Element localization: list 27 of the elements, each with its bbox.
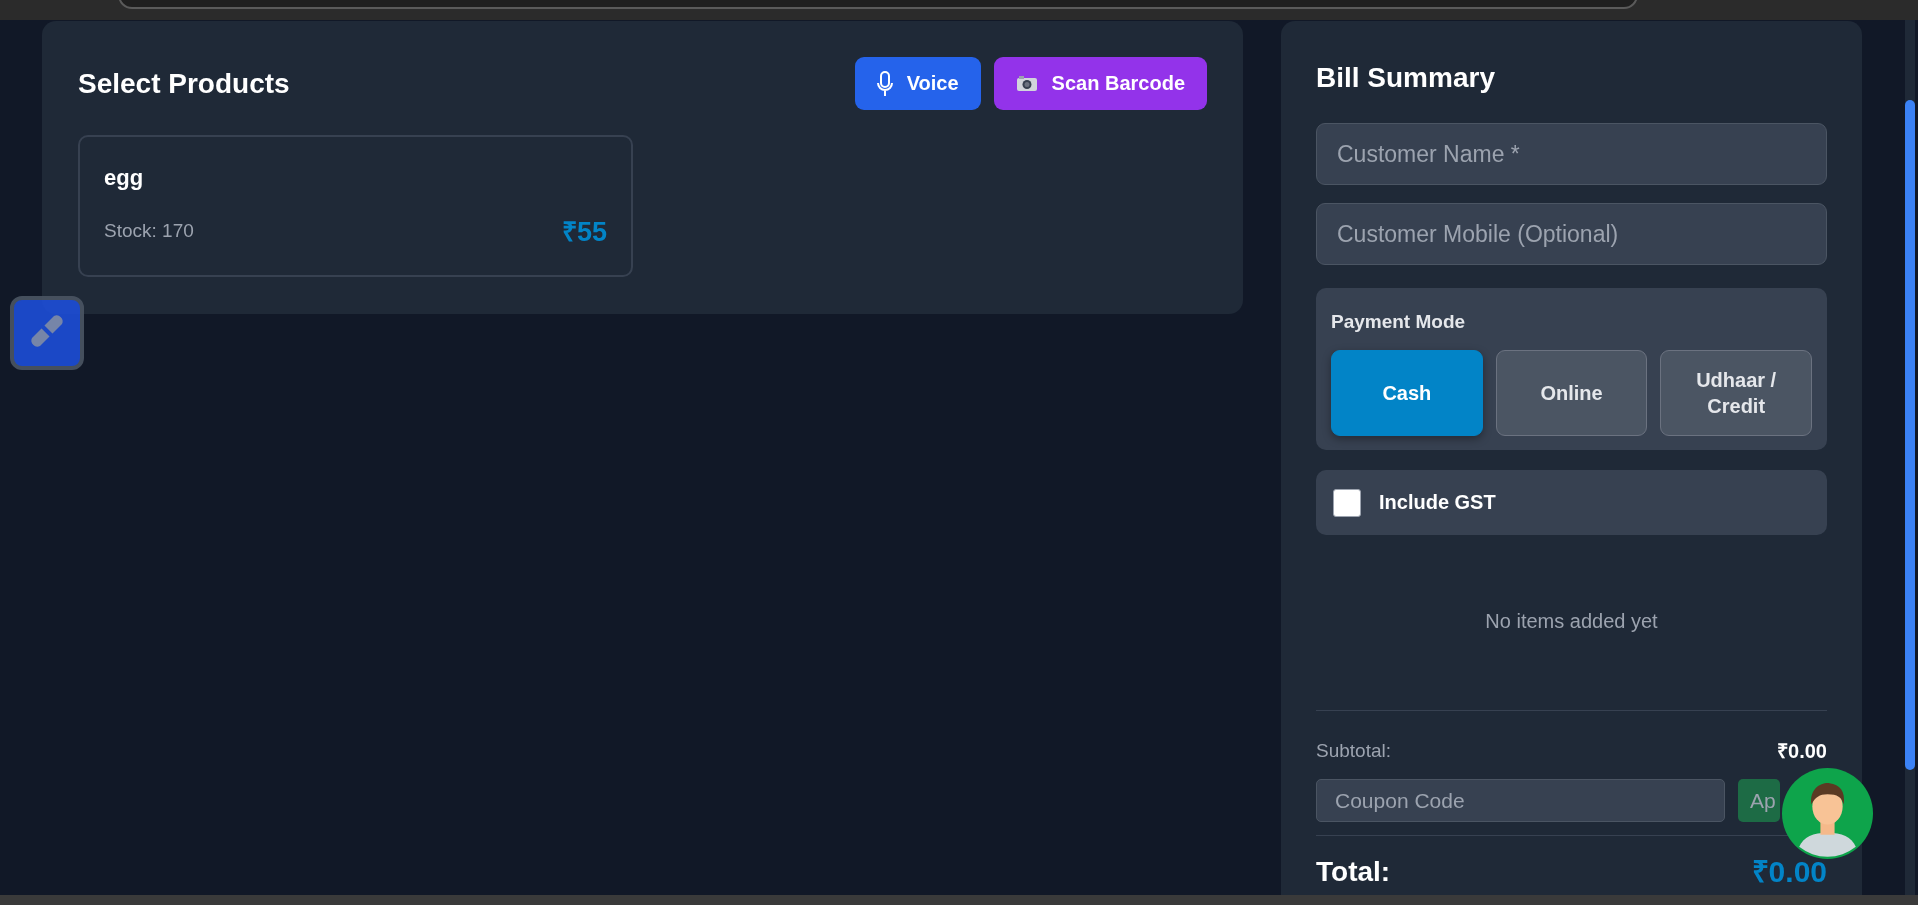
empty-message: No items added yet <box>1485 610 1658 632</box>
voice-button[interactable]: Voice <box>854 57 981 110</box>
product-card[interactable]: egg Stock: 170 ₹55 <box>78 135 633 277</box>
avatar-icon[interactable] <box>1782 768 1873 859</box>
product-name: egg <box>104 166 145 190</box>
scrollbar[interactable] <box>1905 20 1915 895</box>
payment-mode-option[interactable]: Online <box>1495 350 1648 436</box>
app-logo-icon[interactable] <box>10 296 84 370</box>
payment-mode-option[interactable]: Cash <box>1331 350 1483 436</box>
gst-label: Include GST <box>1379 491 1496 514</box>
total-label: Total: <box>1316 856 1391 888</box>
total-value: ₹0.00 <box>1751 856 1827 888</box>
payment-mode-option[interactable]: Udhaar / Credit <box>1660 350 1812 436</box>
product-price: ₹55 <box>561 216 607 249</box>
microphone-icon <box>876 70 893 97</box>
subtotal-label: Subtotal: <box>1316 741 1391 761</box>
subtotal-value: ₹0.00 <box>1777 741 1827 761</box>
gst-checkbox[interactable] <box>1333 488 1361 517</box>
panel-title: Select Products <box>78 66 290 101</box>
scan-barcode-button[interactable]: Scan Barcode <box>993 57 1207 110</box>
panel-title: Bill Summary <box>1316 61 1496 95</box>
product-stock: Stock: 170 <box>104 219 194 242</box>
customer-name-field[interactable]: Customer Name * <box>1316 123 1827 185</box>
coupon-field[interactable]: Coupon Code <box>1316 779 1725 822</box>
customer-mobile-field[interactable]: Customer Mobile (Optional) <box>1316 203 1827 265</box>
camera-icon <box>1015 75 1038 92</box>
payment-mode-label: Payment Mode <box>1331 311 1467 333</box>
